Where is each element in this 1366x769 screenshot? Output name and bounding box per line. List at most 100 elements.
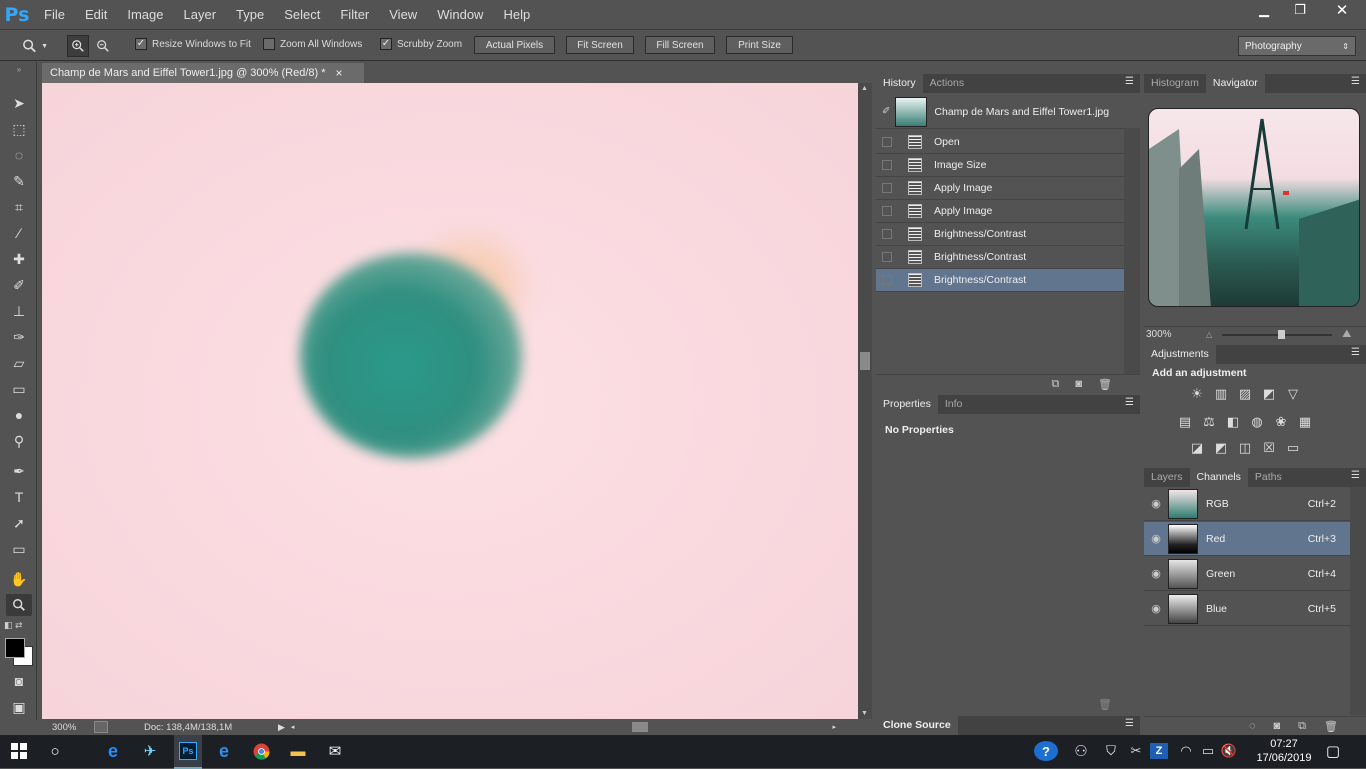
blur-tool-icon[interactable]: ●	[6, 404, 32, 426]
menu-window[interactable]: Window	[427, 0, 493, 29]
workspace-select[interactable]: Photography ⇕	[1238, 36, 1356, 56]
menu-view[interactable]: View	[379, 0, 427, 29]
curves-icon[interactable]: ▨	[1237, 387, 1253, 401]
lasso-tool-icon[interactable]: ◌	[6, 144, 32, 166]
history-item[interactable]: Brightness/Contrast	[876, 223, 1124, 246]
internet-explorer-icon[interactable]: e	[213, 741, 235, 761]
visibility-eye-icon[interactable]: ◉	[1146, 497, 1166, 510]
gradient-tool-icon[interactable]: ▭	[6, 378, 32, 400]
tab-layers[interactable]: Layers	[1144, 468, 1190, 487]
hand-tool-icon[interactable]: ✋	[6, 568, 32, 590]
quick-mask-icon[interactable]: ◙	[6, 670, 32, 692]
panel-menu-icon[interactable]: ☰	[1125, 718, 1134, 729]
tab-navigator[interactable]: Navigator	[1205, 74, 1265, 93]
history-item[interactable]: Brightness/Contrast	[876, 246, 1124, 269]
brightness-icon[interactable]: ☀	[1189, 387, 1205, 401]
panel-menu-icon[interactable]: ☰	[1351, 470, 1360, 481]
history-snapshot[interactable]: ✐ Champ de Mars and Eiffel Tower1.jpg	[876, 95, 1124, 129]
vertical-scrollbar[interactable]: ▲ ▼	[858, 83, 872, 719]
menu-edit[interactable]: Edit	[75, 0, 117, 29]
zoom-all-checkbox[interactable]: Zoom All Windows	[263, 38, 362, 50]
horizontal-scrollbar[interactable]	[302, 721, 832, 733]
channel-row[interactable]: ◉ RGB Ctrl+2	[1144, 487, 1350, 521]
zoom-out-mountain-icon[interactable]: △	[1206, 330, 1212, 339]
tab-histogram[interactable]: Histogram	[1144, 74, 1206, 93]
photoshop-taskbar-icon[interactable]: Ps	[174, 735, 202, 769]
windows-start-icon[interactable]	[8, 741, 30, 761]
navigator-zoom-slider[interactable]	[1222, 329, 1333, 339]
channel-row[interactable]: ◉ Blue Ctrl+5	[1144, 592, 1350, 626]
document-tab[interactable]: Champ de Mars and Eiffel Tower1.jpg @ 30…	[42, 63, 364, 83]
eraser-tool-icon[interactable]: ▱	[6, 352, 32, 374]
brush-tool-icon[interactable]: ✐	[6, 274, 32, 296]
trash-icon[interactable]: 🗑	[1324, 720, 1338, 733]
fill-screen-button[interactable]: Fill Screen	[645, 36, 715, 54]
gradient-map-icon[interactable]: ▭	[1285, 441, 1301, 455]
close-tab-icon[interactable]: ×	[336, 66, 343, 80]
vibrance-icon[interactable]: ▽	[1285, 387, 1301, 401]
channel-row[interactable]: ◉ Green Ctrl+4	[1144, 557, 1350, 591]
menu-filter[interactable]: Filter	[330, 0, 379, 29]
trash-icon[interactable]: 🗑	[1098, 698, 1112, 711]
tab-adjustments[interactable]: Adjustments	[1144, 345, 1216, 364]
cortana-icon[interactable]: ○	[44, 741, 66, 761]
scrubby-zoom-checkbox[interactable]: ✓ Scrubby Zoom	[380, 38, 462, 50]
zotero-icon[interactable]: Z	[1150, 743, 1168, 759]
navigator-zoom[interactable]: 300%	[1146, 329, 1206, 340]
screen-mode-icon[interactable]: ▣	[6, 696, 32, 718]
zoom-in-icon[interactable]	[67, 35, 89, 57]
clone-stamp-icon[interactable]: ⊥	[6, 300, 32, 322]
levels-icon[interactable]: ▥	[1213, 387, 1229, 401]
app-shortcut-icon[interactable]: ✈	[139, 741, 161, 761]
menu-layer[interactable]: Layer	[174, 0, 227, 29]
close-button[interactable]: ✕	[1318, 0, 1366, 20]
visibility-eye-icon[interactable]: ◉	[1146, 532, 1166, 545]
scroll-up-icon[interactable]: ▲	[861, 85, 868, 92]
tab-properties[interactable]: Properties	[876, 395, 938, 414]
actual-pixels-button[interactable]: Actual Pixels	[474, 36, 555, 54]
security-shield-icon[interactable]: ⛉	[1100, 741, 1122, 761]
visibility-eye-icon[interactable]: ◉	[1146, 602, 1166, 615]
channels-scrollbar[interactable]	[1350, 487, 1366, 715]
file-explorer-icon[interactable]: ▬	[287, 741, 309, 761]
new-channel-icon[interactable]: ⧉	[1298, 720, 1306, 733]
quick-select-tool-icon[interactable]: ✎	[6, 170, 32, 192]
zoom-out-icon[interactable]	[92, 35, 114, 57]
edge-browser-icon[interactable]: e	[102, 741, 124, 761]
type-tool-icon[interactable]: T	[6, 486, 32, 508]
status-menu-icon[interactable]: ▶	[278, 722, 285, 733]
history-item-selected[interactable]: Brightness/Contrast	[876, 269, 1124, 292]
slider-thumb[interactable]	[1278, 329, 1286, 339]
dodge-tool-icon[interactable]: ⚲	[6, 430, 32, 452]
selective-color-icon[interactable]: ☒	[1261, 441, 1277, 455]
tab-actions[interactable]: Actions	[923, 74, 971, 93]
path-select-icon[interactable]: ➚	[6, 512, 32, 534]
black-white-icon[interactable]: ◧	[1225, 415, 1241, 429]
posterize-icon[interactable]: ◩	[1213, 441, 1229, 455]
scroll-down-icon[interactable]: ▼	[861, 710, 868, 717]
people-icon[interactable]: ⚇	[1070, 741, 1092, 761]
exposure-icon[interactable]: ◩	[1261, 387, 1277, 401]
tab-clone-source[interactable]: Clone Source	[876, 716, 958, 735]
move-tool-icon[interactable]: ➤	[6, 92, 32, 114]
panel-menu-icon[interactable]: ☰	[1351, 347, 1360, 358]
visibility-eye-icon[interactable]: ◉	[1146, 567, 1166, 580]
healing-brush-icon[interactable]: ✚	[6, 248, 32, 270]
color-lookup-icon[interactable]: ▦	[1297, 415, 1313, 429]
network-tool-icon[interactable]: ✂	[1125, 741, 1147, 761]
mail-icon[interactable]: ✉	[324, 741, 346, 761]
menu-file[interactable]: File	[34, 0, 75, 29]
crop-tool-icon[interactable]: ⌗	[6, 196, 32, 218]
chrome-icon[interactable]	[250, 741, 272, 761]
swap-colors-icon[interactable]: ◧ ⇄	[4, 620, 34, 630]
snapshot-camera-icon[interactable]: ◙	[1075, 378, 1082, 390]
hue-saturation-icon[interactable]: ▤	[1177, 415, 1193, 429]
new-document-icon[interactable]: ⧉	[1052, 378, 1060, 391]
foreground-color-swatch[interactable]	[5, 638, 25, 658]
taskbar-clock[interactable]: 07:27 17/06/2019	[1246, 737, 1322, 767]
menu-help[interactable]: Help	[493, 0, 540, 29]
scroll-left-icon[interactable]: ◂	[291, 723, 295, 731]
status-share-icon[interactable]	[94, 721, 108, 733]
minimize-button[interactable]: ▁	[1246, 0, 1282, 20]
clone-source-panel[interactable]: Clone Source ☰	[876, 716, 1140, 735]
